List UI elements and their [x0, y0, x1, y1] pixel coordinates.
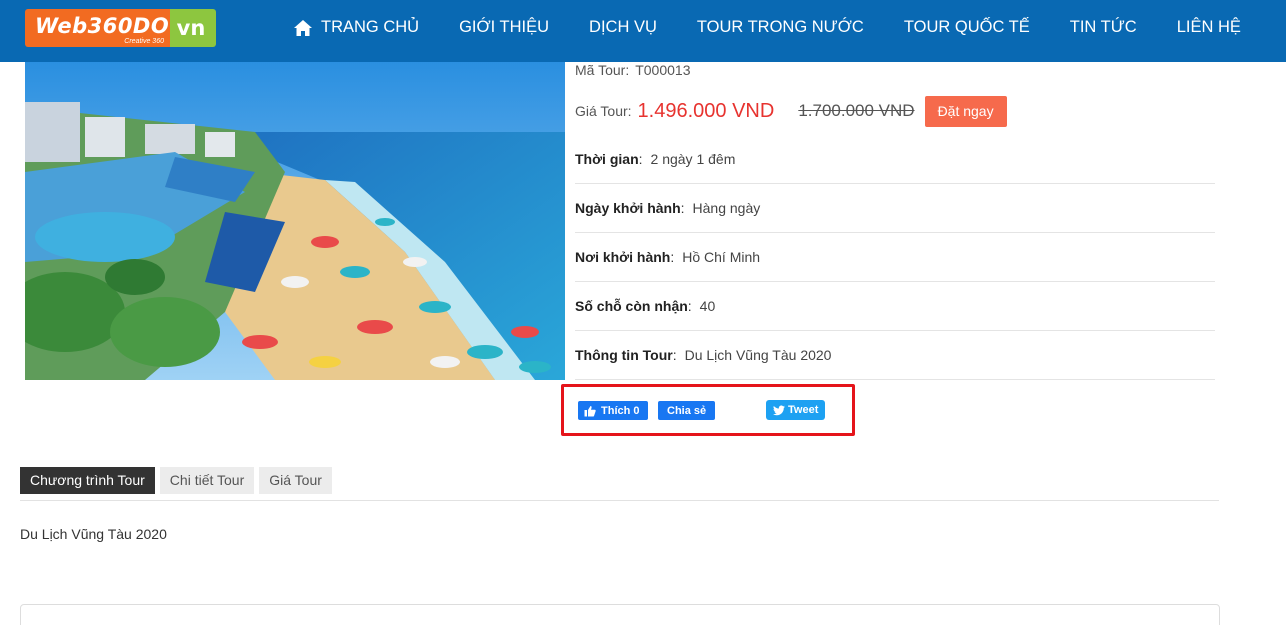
facebook-share-button[interactable]: Chia sẻ	[658, 401, 716, 420]
bottom-content-box	[20, 604, 1220, 625]
facebook-like-label: Thích 0	[601, 404, 640, 417]
logo-tld-badge: vn	[166, 9, 216, 47]
nav-item-home[interactable]: TRANG CHỦ	[293, 18, 419, 37]
tour-price-new: 1.496.000 VND	[637, 99, 775, 122]
tab-tour-details[interactable]: Chi tiết Tour	[159, 467, 255, 494]
detail-value: 40	[699, 298, 716, 314]
site-header: Web360DO Creative 360 vn TRANG CHỦ GIỚI …	[0, 0, 1286, 62]
beach-photo-illustration	[25, 62, 565, 380]
logo-sub-text: Creative 360	[124, 38, 164, 45]
tour-tabs: Chương trình Tour Chi tiết Tour Giá Tour	[20, 467, 337, 494]
book-now-button[interactable]: Đặt ngay	[924, 95, 1007, 127]
detail-label: Ngày khởi hành	[575, 200, 681, 216]
detail-row-seats-left: Số chỗ còn nhận: 40	[575, 282, 1215, 331]
detail-row-departure-date: Ngày khởi hành: Hàng ngày	[575, 184, 1215, 233]
tab-tour-program[interactable]: Chương trình Tour	[20, 467, 155, 494]
detail-label: Thời gian	[575, 151, 639, 167]
tour-price-label: Giá Tour:	[575, 103, 632, 119]
nav-item-news[interactable]: TIN TỨC	[1070, 18, 1137, 37]
facebook-like-button[interactable]: Thích 0	[578, 401, 648, 420]
detail-label: Nơi khởi hành	[575, 249, 671, 265]
detail-value: Hàng ngày	[692, 200, 761, 216]
tour-photo	[25, 62, 565, 380]
detail-label: Thông tin Tour	[575, 347, 673, 363]
nav-item-contact[interactable]: LIÊN HỆ	[1177, 18, 1241, 37]
twitter-bird-icon	[773, 405, 785, 415]
detail-value: Hồ Chí Minh	[682, 249, 761, 265]
nav-item-international-tour[interactable]: TOUR QUỐC TẾ	[904, 18, 1030, 37]
detail-value: 2 ngày 1 đêm	[650, 151, 736, 167]
social-share-highlight: Thích 0 Chia sẻ Tweet	[561, 384, 855, 436]
tweet-label: Tweet	[788, 404, 819, 416]
nav-item-domestic-tour[interactable]: TOUR TRONG NƯỚC	[697, 18, 864, 37]
logo-main-badge: Web360DO Creative 360	[25, 9, 170, 47]
nav-item-about[interactable]: GIỚI THIỆU	[459, 18, 549, 37]
tour-code-row: Mã Tour: T000013	[575, 62, 691, 78]
tour-code-label: Mã Tour:	[575, 62, 630, 78]
tour-code-value: T000013	[635, 62, 691, 78]
main-nav: TRANG CHỦ GIỚI THIỆU DỊCH VỤ TOUR TRONG …	[293, 0, 1281, 55]
tweet-button[interactable]: Tweet	[766, 400, 826, 420]
detail-row-duration: Thời gian: 2 ngày 1 đêm	[575, 135, 1215, 184]
detail-row-tour-info: Thông tin Tour: Du Lịch Vũng Tàu 2020	[575, 331, 1215, 380]
nav-item-services[interactable]: DỊCH VỤ	[589, 18, 657, 37]
site-logo[interactable]: Web360DO Creative 360 vn	[25, 9, 223, 47]
nav-item-label: TRANG CHỦ	[321, 18, 420, 36]
detail-row-departure-place: Nơi khởi hành: Hồ Chí Minh	[575, 233, 1215, 282]
detail-label: Số chỗ còn nhận	[575, 298, 688, 314]
tour-price-row: Giá Tour: 1.496.000 VND 1.700.000 VND Đặ…	[575, 95, 1007, 127]
logo-main-text: Web360DO	[35, 14, 170, 38]
detail-value: Du Lịch Vũng Tàu 2020	[684, 347, 832, 363]
thumbs-up-icon	[584, 405, 596, 416]
home-icon	[294, 19, 312, 36]
tour-price-old: 1.700.000 VND	[798, 101, 915, 120]
tab-content-text: Du Lịch Vũng Tàu 2020	[20, 526, 167, 542]
tab-tour-price[interactable]: Giá Tour	[259, 467, 332, 494]
tab-divider	[20, 500, 1219, 501]
